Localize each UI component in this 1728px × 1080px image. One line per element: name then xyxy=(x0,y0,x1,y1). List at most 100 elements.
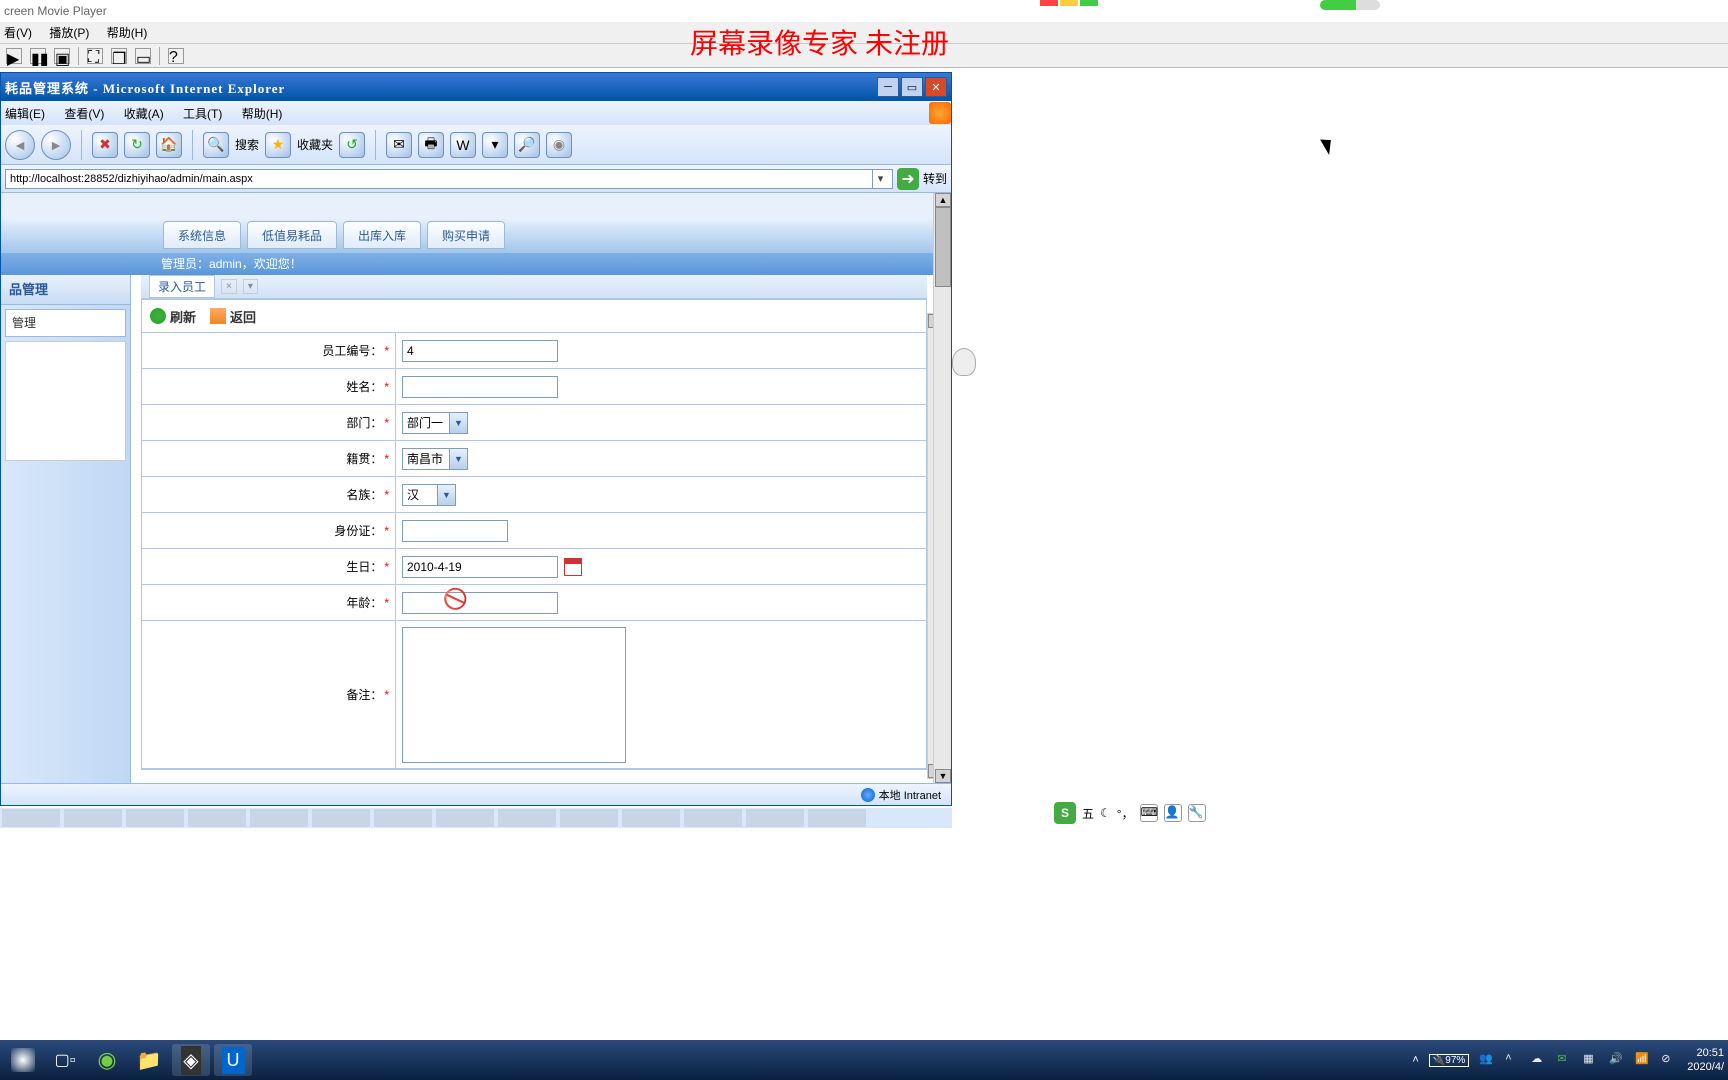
welcome-bar: 管理员：admin，欢迎您！ xyxy=(1,253,933,275)
inner-tab-close-icon[interactable]: × xyxy=(221,279,237,294)
app1-taskbar-button[interactable]: ◈ xyxy=(172,1044,210,1076)
tray-chevron-icon[interactable]: ˄ xyxy=(1412,1054,1418,1066)
address-dropdown-icon[interactable]: ▾ xyxy=(872,170,888,188)
ime-punct-icon[interactable]: °， xyxy=(1117,805,1134,822)
age-input[interactable] xyxy=(402,592,558,614)
print-button[interactable]: 🖶 xyxy=(418,132,444,158)
edit-button[interactable]: W xyxy=(450,132,476,158)
required-icon: * xyxy=(384,596,389,610)
onedrive-icon[interactable]: ☁ xyxy=(1531,1052,1547,1068)
refresh-action[interactable]: 刷新 xyxy=(150,307,196,326)
stop-button[interactable]: ✖ xyxy=(92,132,118,158)
emp-no-input[interactable] xyxy=(402,340,558,362)
sidebar-section-products[interactable]: 品管理 xyxy=(1,275,130,305)
volume-icon[interactable]: 🔊 xyxy=(1609,1052,1625,1068)
ime-toolbar[interactable]: S 五 ☾ °， ⌨ 👤 🔧 xyxy=(1054,802,1206,824)
birthday-input[interactable] xyxy=(402,556,558,578)
clock[interactable]: 20:51 2020/4/ xyxy=(1687,1046,1724,1074)
ie-menu-tools[interactable]: 工具(T) xyxy=(183,107,222,121)
player-full-icon[interactable]: ▭ xyxy=(135,48,151,64)
tab-purchase-request[interactable]: 购买申请 xyxy=(427,221,505,249)
calendar-icon[interactable] xyxy=(564,558,582,576)
tray-app-icon[interactable]: ▦ xyxy=(1583,1052,1599,1068)
dept-select[interactable]: 部门一▼ xyxy=(402,412,468,434)
browser-taskbar-button[interactable]: ◉ xyxy=(88,1044,126,1076)
scroll-up-icon[interactable]: ▲ xyxy=(935,193,951,207)
wifi-icon[interactable]: 📶 xyxy=(1635,1052,1651,1068)
mail-button[interactable]: ✉ xyxy=(386,132,412,158)
moon-icon[interactable]: ☾ xyxy=(1100,806,1111,820)
app2-taskbar-button[interactable]: U xyxy=(214,1044,252,1076)
tab-stock-io[interactable]: 出库入库 xyxy=(343,221,421,249)
ie-menu-help[interactable]: 帮助(H) xyxy=(242,107,283,121)
ie-menu-fav[interactable]: 收藏(A) xyxy=(124,107,164,121)
forward-button[interactable]: ► xyxy=(41,130,71,160)
go-label[interactable]: 转到 xyxy=(923,170,947,187)
page-scrollbar[interactable]: ▲ ▼ xyxy=(933,193,951,783)
scroll-down-icon[interactable]: ▼ xyxy=(935,769,951,783)
app-content: 系统信息 低值易耗品 出库入库 购买申请 管理员：admin，欢迎您！ 品管理 … xyxy=(1,193,951,783)
windows-taskbar[interactable]: ▢▫ ◉ 📁 ◈ U ˄ 🔌97% 👥 ˄ ☁ ✉ ▦ 🔊 📶 ⊘ 20:51 … xyxy=(0,1040,1728,1080)
battery-icon[interactable]: 🔌97% xyxy=(1429,1054,1469,1067)
start-button[interactable] xyxy=(4,1044,42,1076)
player-help-icon[interactable]: ? xyxy=(168,48,184,64)
people-icon[interactable]: 👥 xyxy=(1479,1052,1495,1068)
scroll-thumb[interactable] xyxy=(935,207,951,287)
player-menu-help[interactable]: 帮助(H) xyxy=(107,26,148,40)
player-fit-icon[interactable]: ⛶ xyxy=(87,48,103,64)
back-label: 返回 xyxy=(230,307,256,326)
home-button[interactable]: 🏠 xyxy=(156,132,182,158)
address-input[interactable]: http://localhost:28852/dizhiyihao/admin/… xyxy=(5,169,893,189)
block-icon[interactable]: ⊘ xyxy=(1661,1052,1677,1068)
search-label[interactable]: 搜索 xyxy=(235,136,259,153)
close-button[interactable]: ✕ xyxy=(925,77,947,97)
inner-tab-add-employee[interactable]: 录入员工 xyxy=(149,275,215,298)
remark-textarea[interactable] xyxy=(402,627,626,763)
discuss-button[interactable]: ▾ xyxy=(482,132,508,158)
ie-menu-edit[interactable]: 编辑(E) xyxy=(5,107,45,121)
system-tray[interactable]: ˄ 🔌97% 👥 ˄ ☁ ✉ ▦ 🔊 📶 ⊘ 20:51 2020/4/ xyxy=(1412,1046,1724,1074)
ie-menu-view[interactable]: 查看(V) xyxy=(64,107,104,121)
favorites-label[interactable]: 收藏夹 xyxy=(297,136,333,153)
user-icon[interactable]: 👤 xyxy=(1164,804,1182,822)
assistant-icon[interactable] xyxy=(952,348,976,376)
player-menu-play[interactable]: 播放(P) xyxy=(49,26,89,40)
back-button[interactable]: ◄ xyxy=(5,130,35,160)
origin-select[interactable]: 南昌市▼ xyxy=(402,448,468,470)
player-play-icon[interactable]: ▶ xyxy=(6,48,22,64)
keyboard-icon[interactable]: ⌨ xyxy=(1140,804,1158,822)
tray-up-icon[interactable]: ˄ xyxy=(1505,1052,1521,1068)
tab-system-info[interactable]: 系统信息 xyxy=(163,221,241,249)
maximize-button[interactable]: ▭ xyxy=(901,77,923,97)
windows-icon xyxy=(11,1048,35,1072)
tab-consumables[interactable]: 低值易耗品 xyxy=(247,221,337,249)
go-button[interactable]: ➜ xyxy=(897,168,919,190)
research-button[interactable]: 🔎 xyxy=(514,132,540,158)
ie-titlebar[interactable]: 耗品管理系统 - Microsoft Internet Explorer ─ ▭… xyxy=(1,73,951,101)
player-pause-icon[interactable]: ▮▮ xyxy=(30,48,46,64)
required-icon: * xyxy=(384,524,389,538)
back-action[interactable]: 返回 xyxy=(210,307,256,326)
dept-label: 部门： xyxy=(346,414,382,431)
settings-icon[interactable]: 🔧 xyxy=(1188,804,1206,822)
taskview-button[interactable]: ▢▫ xyxy=(46,1044,84,1076)
required-icon: * xyxy=(384,416,389,430)
player-record-icon[interactable]: ▣ xyxy=(54,48,70,64)
favorites-icon[interactable]: ★ xyxy=(265,132,291,158)
sidebar-item-manage[interactable]: 管理 xyxy=(5,309,126,337)
messenger-button[interactable]: ◉ xyxy=(546,132,572,158)
refresh-button[interactable]: ↻ xyxy=(124,132,150,158)
history-button[interactable]: ↺ xyxy=(339,132,365,158)
search-icon[interactable]: 🔍 xyxy=(203,132,229,158)
name-input[interactable] xyxy=(402,376,558,398)
explorer-taskbar-button[interactable]: 📁 xyxy=(130,1044,168,1076)
nation-select[interactable]: 汉▼ xyxy=(402,484,456,506)
required-icon: * xyxy=(384,380,389,394)
inner-tab-menu-icon[interactable]: ▾ xyxy=(243,279,258,294)
ime-logo-icon[interactable]: S xyxy=(1054,802,1076,824)
idcard-input[interactable] xyxy=(402,520,508,542)
player-menu-view[interactable]: 看(V) xyxy=(4,26,32,40)
minimize-button[interactable]: ─ xyxy=(877,77,899,97)
wechat-tray-icon[interactable]: ✉ xyxy=(1557,1052,1573,1068)
player-window-icon[interactable]: ❐ xyxy=(111,48,127,64)
